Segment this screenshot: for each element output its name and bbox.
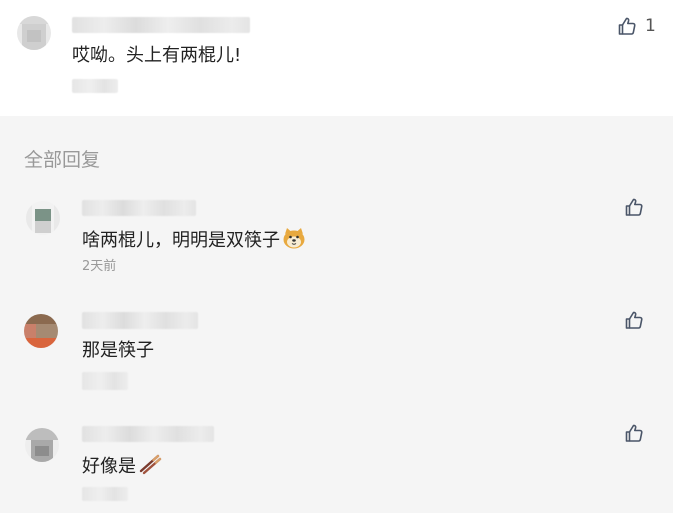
thumbs-up-icon <box>625 424 643 442</box>
thumbs-up-icon <box>625 311 643 329</box>
top-comment: 哎呦。头上有两棍儿! 1 <box>0 0 673 116</box>
avatar[interactable] <box>17 16 51 50</box>
reply-date: 2天前 <box>82 259 117 274</box>
username-blurred[interactable] <box>72 17 250 33</box>
reply-text-content: 好像是 <box>82 456 136 477</box>
reply-text: 那是筷子 <box>82 340 154 361</box>
avatar[interactable] <box>25 428 59 462</box>
reply-text: 啥两棍儿，明明是双筷子 <box>82 226 306 253</box>
replies-section-title: 全部回复 <box>24 149 101 171</box>
username-blurred[interactable] <box>82 426 214 442</box>
avatar[interactable] <box>24 314 58 348</box>
thumbs-up-icon <box>625 198 643 216</box>
like-button[interactable] <box>624 423 644 443</box>
username-blurred[interactable] <box>82 200 196 216</box>
reply-text-content: 啥两棍儿，明明是双筷子 <box>82 230 280 251</box>
like-button[interactable] <box>617 16 637 36</box>
thumbs-up-icon <box>618 17 636 35</box>
reply-text: 好像是 <box>82 452 162 479</box>
comment-date-blurred <box>72 79 118 93</box>
reply-date-blurred <box>82 372 128 390</box>
chopsticks-emoji-icon <box>138 452 162 476</box>
like-count: 1 <box>645 16 656 36</box>
like-button[interactable] <box>624 310 644 330</box>
doge-emoji-icon <box>282 226 306 250</box>
username-blurred[interactable] <box>82 312 198 329</box>
avatar[interactable] <box>26 201 60 235</box>
like-button[interactable] <box>624 197 644 217</box>
comment-text: 哎呦。头上有两棍儿! <box>72 45 242 66</box>
reply-date-blurred <box>82 487 128 501</box>
